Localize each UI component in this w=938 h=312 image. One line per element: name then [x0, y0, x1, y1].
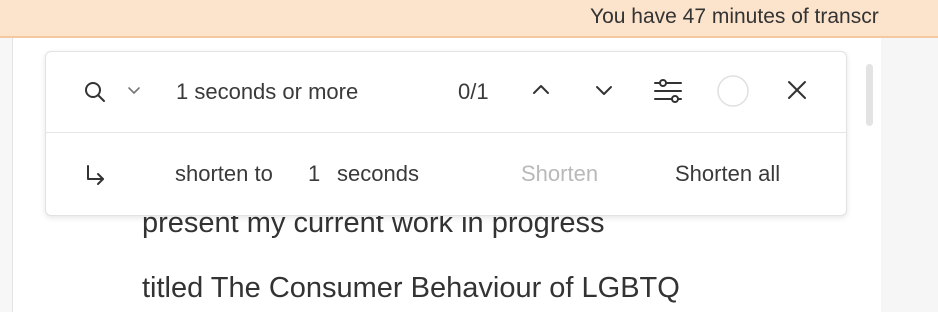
- return-arrow-icon: [82, 162, 108, 188]
- panel-divider: [46, 132, 846, 133]
- close-panel-button[interactable]: [784, 79, 810, 105]
- match-counter: 0/1: [458, 79, 489, 104]
- transcript-line[interactable]: titled The Consumer Behaviour of LGBTQ: [142, 272, 680, 305]
- chevron-down-icon: [126, 82, 142, 103]
- seconds-label: seconds: [337, 161, 419, 186]
- previous-match-button[interactable]: [528, 79, 554, 105]
- close-icon: [785, 78, 809, 107]
- circle-toggle-icon: [716, 74, 750, 113]
- shorten-all-button[interactable]: Shorten all: [675, 160, 780, 188]
- trial-banner: You have 47 minutes of transcr: [0, 0, 938, 38]
- option-toggle[interactable]: [716, 74, 750, 113]
- search-mode-dropdown[interactable]: [124, 82, 144, 102]
- filter-settings-button[interactable]: [652, 78, 684, 108]
- chevron-down-icon: [593, 79, 615, 106]
- shorten-to-label: shorten to: [175, 161, 273, 186]
- sliders-icon: [652, 76, 684, 111]
- search-replace-panel: 1 seconds or more 0/1 shorten to 1 secon…: [45, 51, 847, 216]
- banner-text: You have 47 minutes of transcr: [590, 5, 879, 28]
- right-side-panel: [881, 38, 938, 312]
- shorten-button[interactable]: Shorten: [521, 160, 598, 188]
- chevron-up-icon: [530, 79, 552, 106]
- next-match-button[interactable]: [591, 79, 617, 105]
- scrollbar[interactable]: [866, 64, 873, 126]
- search-input[interactable]: 1 seconds or more: [176, 78, 358, 106]
- search-icon[interactable]: [82, 79, 108, 105]
- shorten-seconds-input[interactable]: 1: [308, 160, 320, 188]
